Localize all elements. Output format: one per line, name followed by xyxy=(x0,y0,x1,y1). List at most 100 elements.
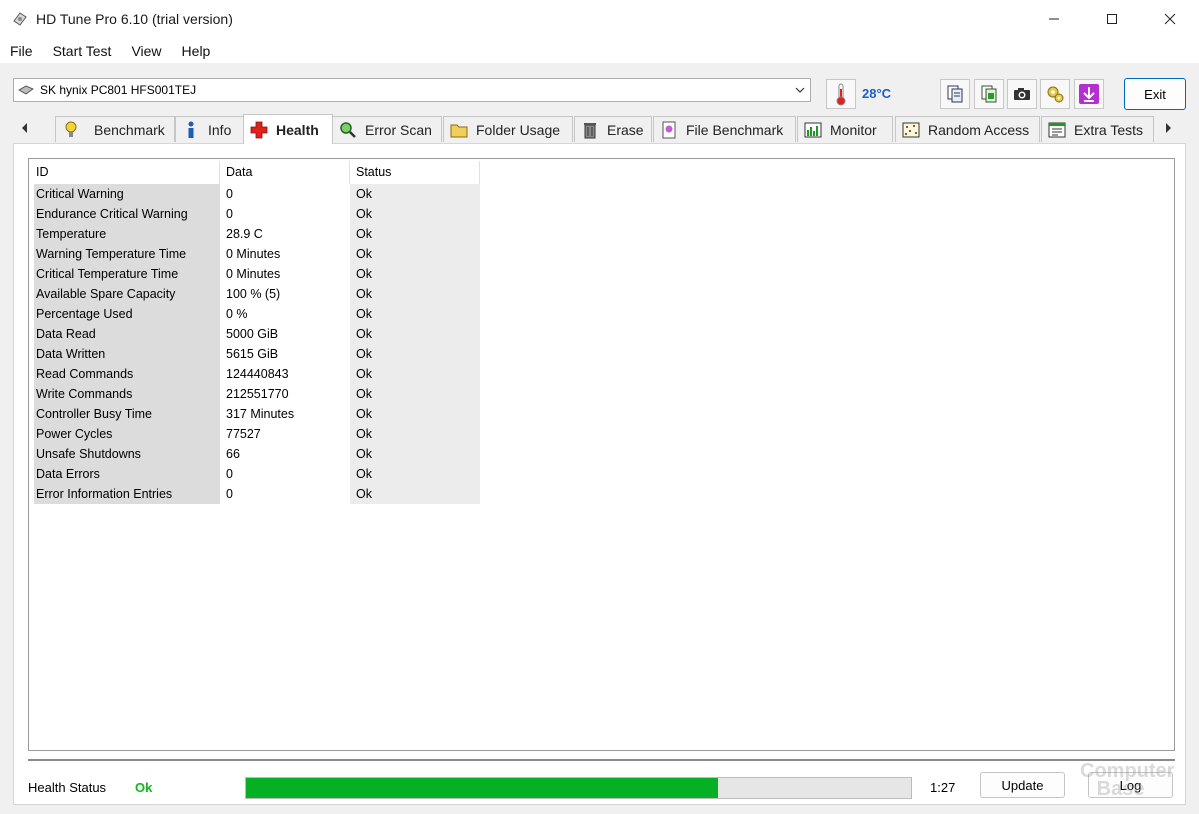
cell-data: 0 xyxy=(220,484,350,504)
health-status-value: Ok xyxy=(135,780,153,795)
status-divider xyxy=(28,759,1175,761)
table-row[interactable]: Controller Busy Time 317 Minutes Ok xyxy=(34,404,480,424)
column-header-data[interactable]: Data xyxy=(220,161,350,184)
cell-status: Ok xyxy=(350,404,480,424)
tab-file-benchmark[interactable]: File Benchmark xyxy=(653,116,796,142)
table-row[interactable]: Power Cycles 77527 Ok xyxy=(34,424,480,444)
cell-id: Warning Temperature Time xyxy=(34,244,220,264)
copy-icon xyxy=(947,85,963,103)
cell-status: Ok xyxy=(350,244,480,264)
cell-id: Write Commands xyxy=(34,384,220,404)
close-button[interactable] xyxy=(1141,0,1199,38)
temperature-button[interactable] xyxy=(826,79,856,109)
table-row[interactable]: Data Written 5615 GiB Ok xyxy=(34,344,480,364)
menu-file[interactable]: File xyxy=(0,43,43,59)
tab-label: Monitor xyxy=(830,121,877,138)
tab-label: File Benchmark xyxy=(686,121,784,138)
tab-erase[interactable]: Erase xyxy=(574,116,652,142)
table-row[interactable]: Error Information Entries 0 Ok xyxy=(34,484,480,504)
cell-status: Ok xyxy=(350,364,480,384)
column-header-id[interactable]: ID xyxy=(34,161,220,184)
tab-label: Info xyxy=(208,121,232,138)
table-row[interactable]: Available Spare Capacity 100 % (5) Ok xyxy=(34,284,480,304)
tab-benchmark[interactable]: Benchmark xyxy=(55,116,175,142)
tab-bar: Benchmark Info Health Error Scan Folder … xyxy=(0,114,1199,144)
cell-id: Data Errors xyxy=(34,464,220,484)
save-button[interactable] xyxy=(1074,79,1104,109)
cell-id: Power Cycles xyxy=(34,424,220,444)
close-icon xyxy=(1164,13,1176,25)
drive-select[interactable]: SK hynix PC801 HFS001TEJ xyxy=(13,78,811,102)
error-scan-icon xyxy=(339,121,357,139)
maximize-button[interactable] xyxy=(1083,0,1141,38)
table-row[interactable]: Critical Temperature Time 0 Minutes Ok xyxy=(34,264,480,284)
tab-error-scan[interactable]: Error Scan xyxy=(332,116,442,142)
progress-bar xyxy=(245,777,912,799)
copy-image-button[interactable] xyxy=(974,79,1004,109)
tab-health[interactable]: Health xyxy=(243,114,333,144)
menu-start-test[interactable]: Start Test xyxy=(43,43,122,59)
table-row[interactable]: Read Commands 124440843 Ok xyxy=(34,364,480,384)
cell-status: Ok xyxy=(350,304,480,324)
cell-id: Data Written xyxy=(34,344,220,364)
cell-id: Error Information Entries xyxy=(34,484,220,504)
table-row[interactable]: Write Commands 212551770 Ok xyxy=(34,384,480,404)
table-row[interactable]: Data Read 5000 GiB Ok xyxy=(34,324,480,344)
table-row[interactable]: Endurance Critical Warning 0 Ok xyxy=(34,204,480,224)
file-benchmark-icon xyxy=(660,121,678,139)
tab-label: Folder Usage xyxy=(476,121,561,138)
tab-random-access[interactable]: Random Access xyxy=(895,116,1040,142)
tab-label: Random Access xyxy=(928,121,1030,138)
screenshot-button[interactable] xyxy=(1007,79,1037,109)
cell-data: 0 xyxy=(220,204,350,224)
window-controls xyxy=(1025,0,1199,38)
cell-status: Ok xyxy=(350,264,480,284)
arrow-right-icon xyxy=(1166,123,1171,133)
cell-id: Critical Warning xyxy=(34,184,220,204)
table-row[interactable]: Unsafe Shutdowns 66 Ok xyxy=(34,444,480,464)
cell-status: Ok xyxy=(350,184,480,204)
cell-status: Ok xyxy=(350,224,480,244)
tab-label: Erase xyxy=(607,121,644,138)
update-button[interactable]: Update xyxy=(980,772,1065,798)
tab-scroll-right[interactable] xyxy=(1162,120,1176,136)
cell-data: 124440843 xyxy=(220,364,350,384)
drive-name: SK hynix PC801 HFS001TEJ xyxy=(40,83,197,97)
table-row[interactable]: Data Errors 0 Ok xyxy=(34,464,480,484)
tab-folder-usage[interactable]: Folder Usage xyxy=(443,116,573,142)
table-row[interactable]: Percentage Used 0 % Ok xyxy=(34,304,480,324)
cell-id: Endurance Critical Warning xyxy=(34,204,220,224)
extra-tests-icon xyxy=(1048,121,1066,139)
exit-button[interactable]: Exit xyxy=(1124,78,1186,110)
cell-status: Ok xyxy=(350,324,480,344)
cell-data: 0 xyxy=(220,184,350,204)
minimize-icon xyxy=(1049,18,1059,20)
tab-scroll-left[interactable] xyxy=(17,120,31,136)
table-row[interactable]: Temperature 28.9 C Ok xyxy=(34,224,480,244)
options-button[interactable] xyxy=(1040,79,1070,109)
arrow-left-icon xyxy=(22,123,27,133)
tab-label: Error Scan xyxy=(365,121,432,138)
health-status-label: Health Status xyxy=(28,780,107,795)
menu-help[interactable]: Help xyxy=(172,43,221,59)
tab-monitor[interactable]: Monitor xyxy=(797,116,893,142)
cell-id: Unsafe Shutdowns xyxy=(34,444,220,464)
camera-icon xyxy=(1014,88,1030,100)
random-access-icon xyxy=(902,121,920,139)
table-row[interactable]: Critical Warning 0 Ok xyxy=(34,184,480,204)
watermark-logo: Computer Base xyxy=(1080,760,1175,800)
cell-data: 0 Minutes xyxy=(220,244,350,264)
cell-status: Ok xyxy=(350,444,480,464)
tab-extra-tests[interactable]: Extra Tests xyxy=(1041,116,1154,142)
erase-icon xyxy=(581,121,599,139)
tab-info[interactable]: Info xyxy=(175,116,245,142)
benchmark-icon xyxy=(62,121,80,139)
table-row[interactable]: Warning Temperature Time 0 Minutes Ok xyxy=(34,244,480,264)
copy-text-button[interactable] xyxy=(940,79,970,109)
menu-bar: File Start Test View Help xyxy=(0,38,1199,63)
cell-id: Temperature xyxy=(34,224,220,244)
cell-data: 28.9 C xyxy=(220,224,350,244)
menu-view[interactable]: View xyxy=(121,43,171,59)
column-header-status[interactable]: Status xyxy=(350,161,480,184)
minimize-button[interactable] xyxy=(1025,0,1083,38)
